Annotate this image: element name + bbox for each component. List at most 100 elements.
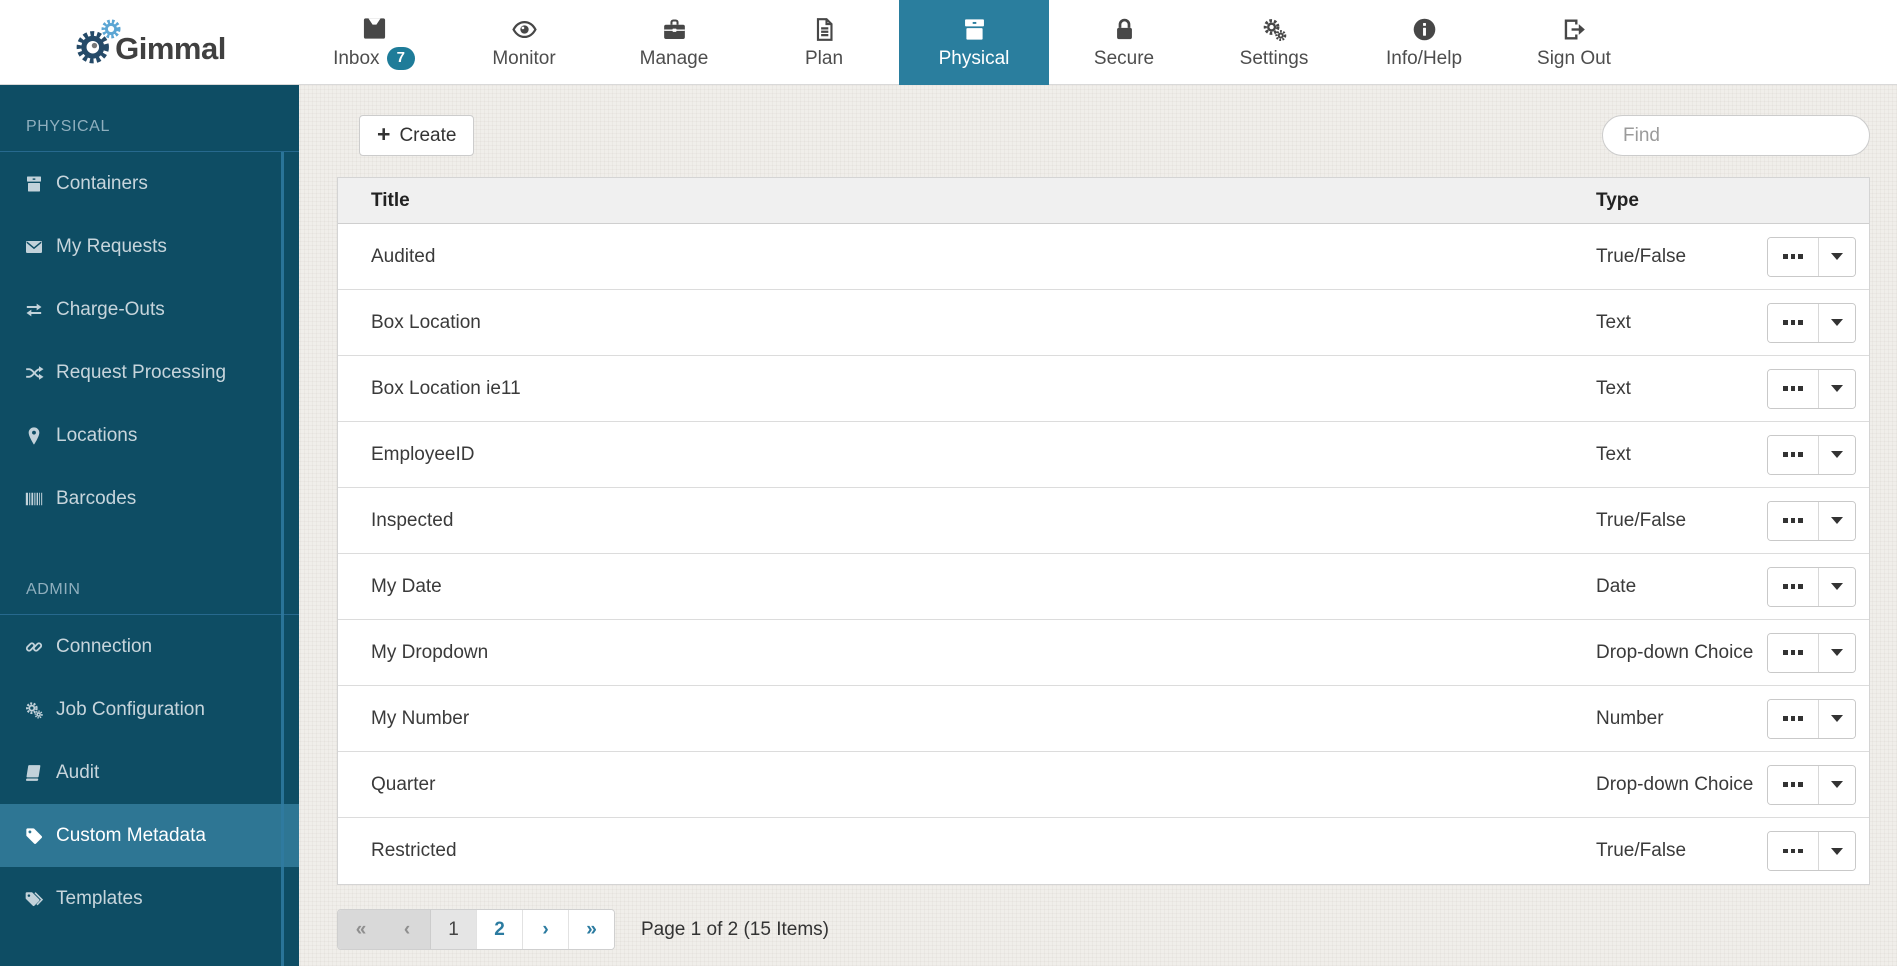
row-actions-split-button — [1767, 633, 1856, 673]
row-actions-split-button — [1767, 831, 1856, 871]
table-row-box-location-ie11: Box Location ie11 Text — [338, 356, 1869, 422]
info-icon — [1411, 16, 1438, 43]
lock-icon — [1111, 16, 1138, 43]
row-type: Drop-down Choice — [1596, 642, 1756, 664]
caret-down-icon — [1831, 781, 1843, 788]
prev-page-button: ‹ — [384, 910, 430, 949]
caret-down-icon — [1831, 451, 1843, 458]
caret-down-icon — [1831, 319, 1843, 326]
row-actions-ellipsis-button[interactable] — [1768, 832, 1818, 870]
document-icon — [811, 16, 838, 43]
nav-item-settings[interactable]: Settings — [1199, 0, 1349, 85]
sidebar-item-label: Locations — [56, 425, 137, 447]
sidebar-item-templates[interactable]: Templates — [0, 867, 299, 930]
nav-item-plan[interactable]: Plan — [749, 0, 899, 85]
row-actions-dropdown-button[interactable] — [1818, 766, 1855, 804]
sidebar-item-custom-metadata[interactable]: Custom Metadata — [0, 804, 299, 867]
map-pin-icon — [24, 426, 44, 446]
sidebar-item-my-requests[interactable]: My Requests — [0, 215, 299, 278]
page-1-button[interactable]: 1 — [430, 910, 476, 949]
page-2-button[interactable]: 2 — [476, 910, 522, 949]
row-actions-dropdown-button[interactable] — [1818, 568, 1855, 606]
row-actions-ellipsis-button[interactable] — [1768, 700, 1818, 738]
first-page-button: « — [338, 910, 384, 949]
nav-item-label: Sign Out — [1537, 48, 1611, 70]
nav-item-label: Settings — [1240, 48, 1309, 70]
row-actions-ellipsis-button[interactable] — [1768, 568, 1818, 606]
row-title: My Date — [338, 576, 1596, 598]
toolbar: + Create — [337, 115, 1870, 177]
pager: «‹12›» — [337, 909, 615, 950]
sidebar-item-barcodes[interactable]: Barcodes — [0, 467, 299, 530]
sidebar-item-request-processing[interactable]: Request Processing — [0, 341, 299, 404]
row-type: True/False — [1596, 510, 1756, 532]
row-actions-ellipsis-button[interactable] — [1768, 436, 1818, 474]
sidebar-item-job-configuration[interactable]: Job Configuration — [0, 678, 299, 741]
table-header-row: Title Type — [338, 178, 1869, 224]
column-header-type[interactable]: Type — [1596, 190, 1756, 212]
custom-metadata-table: Title Type Audited True/False Box Locati… — [337, 177, 1870, 885]
row-actions-split-button — [1767, 699, 1856, 739]
nav-item-sign-out[interactable]: Sign Out — [1499, 0, 1649, 85]
row-type: Date — [1596, 576, 1756, 598]
row-actions-ellipsis-button[interactable] — [1768, 766, 1818, 804]
sign-out-icon — [1561, 16, 1588, 43]
nav-item-manage[interactable]: Manage — [599, 0, 749, 85]
last-page-button[interactable]: » — [568, 910, 614, 949]
column-header-title[interactable]: Title — [338, 190, 1596, 212]
row-actions-ellipsis-button[interactable] — [1768, 634, 1818, 672]
nav-item-label: Monitor — [492, 48, 555, 70]
next-page-button[interactable]: › — [522, 910, 568, 949]
row-actions-dropdown-button[interactable] — [1818, 370, 1855, 408]
row-actions-dropdown-button[interactable] — [1818, 832, 1855, 870]
sidebar-item-charge-outs[interactable]: Charge-Outs — [0, 278, 299, 341]
row-actions-dropdown-button[interactable] — [1818, 700, 1855, 738]
sidebar-item-label: Custom Metadata — [56, 825, 206, 847]
exchange-arrows-icon — [24, 300, 44, 320]
table-row-box-location: Box Location Text — [338, 290, 1869, 356]
row-actions-split-button — [1767, 765, 1856, 805]
find-input[interactable] — [1602, 115, 1870, 156]
row-type: True/False — [1596, 840, 1756, 862]
row-actions-dropdown-button[interactable] — [1818, 502, 1855, 540]
nav-item-secure[interactable]: Secure — [1049, 0, 1199, 85]
sidebar-item-connection[interactable]: Connection — [0, 615, 299, 678]
brand-name: Gimmal — [115, 31, 226, 67]
row-actions-dropdown-button[interactable] — [1818, 634, 1855, 672]
row-actions-ellipsis-button[interactable] — [1768, 370, 1818, 408]
sidebar-item-label: Containers — [56, 173, 148, 195]
sidebar-item-label: Barcodes — [56, 488, 136, 510]
row-actions-ellipsis-button[interactable] — [1768, 238, 1818, 276]
table-row-inspected: Inspected True/False — [338, 488, 1869, 554]
nav-item-monitor[interactable]: Monitor — [449, 0, 599, 85]
table-row-my-date: My Date Date — [338, 554, 1869, 620]
sidebar-item-label: Audit — [56, 762, 99, 784]
caret-down-icon — [1831, 385, 1843, 392]
sidebar-item-label: Templates — [56, 888, 143, 910]
row-actions-ellipsis-button[interactable] — [1768, 502, 1818, 540]
nav-item-physical[interactable]: Physical — [899, 0, 1049, 85]
sidebar-item-containers[interactable]: Containers — [0, 152, 299, 215]
create-button[interactable]: + Create — [359, 115, 474, 156]
sidebar-item-audit[interactable]: Audit — [0, 741, 299, 804]
row-actions-ellipsis-button[interactable] — [1768, 304, 1818, 342]
row-actions-dropdown-button[interactable] — [1818, 238, 1855, 276]
nav-item-info-help[interactable]: Info/Help — [1349, 0, 1499, 85]
row-title: My Dropdown — [338, 642, 1596, 664]
sidebar-section-admin: ADMIN — [0, 530, 299, 615]
row-actions-dropdown-button[interactable] — [1818, 304, 1855, 342]
row-type: Text — [1596, 312, 1756, 334]
row-title: Quarter — [338, 774, 1596, 796]
row-actions-split-button — [1767, 567, 1856, 607]
sidebar-item-locations[interactable]: Locations — [0, 404, 299, 467]
main-content: + Create Title Type Audited True/False B… — [299, 85, 1897, 966]
nav-item-label: Physical — [939, 48, 1010, 70]
tags-icon — [24, 889, 44, 909]
row-actions-dropdown-button[interactable] — [1818, 436, 1855, 474]
pagination-bar: «‹12›» Page 1 of 2 (15 Items) — [337, 909, 1870, 950]
nav-item-inbox[interactable]: Inbox 7 — [299, 0, 449, 85]
eye-icon — [511, 16, 538, 43]
briefcase-icon — [661, 16, 688, 43]
row-type: Text — [1596, 378, 1756, 400]
top-nav-menu: Inbox 7 Monitor Manage Plan Physical — [299, 0, 1649, 84]
